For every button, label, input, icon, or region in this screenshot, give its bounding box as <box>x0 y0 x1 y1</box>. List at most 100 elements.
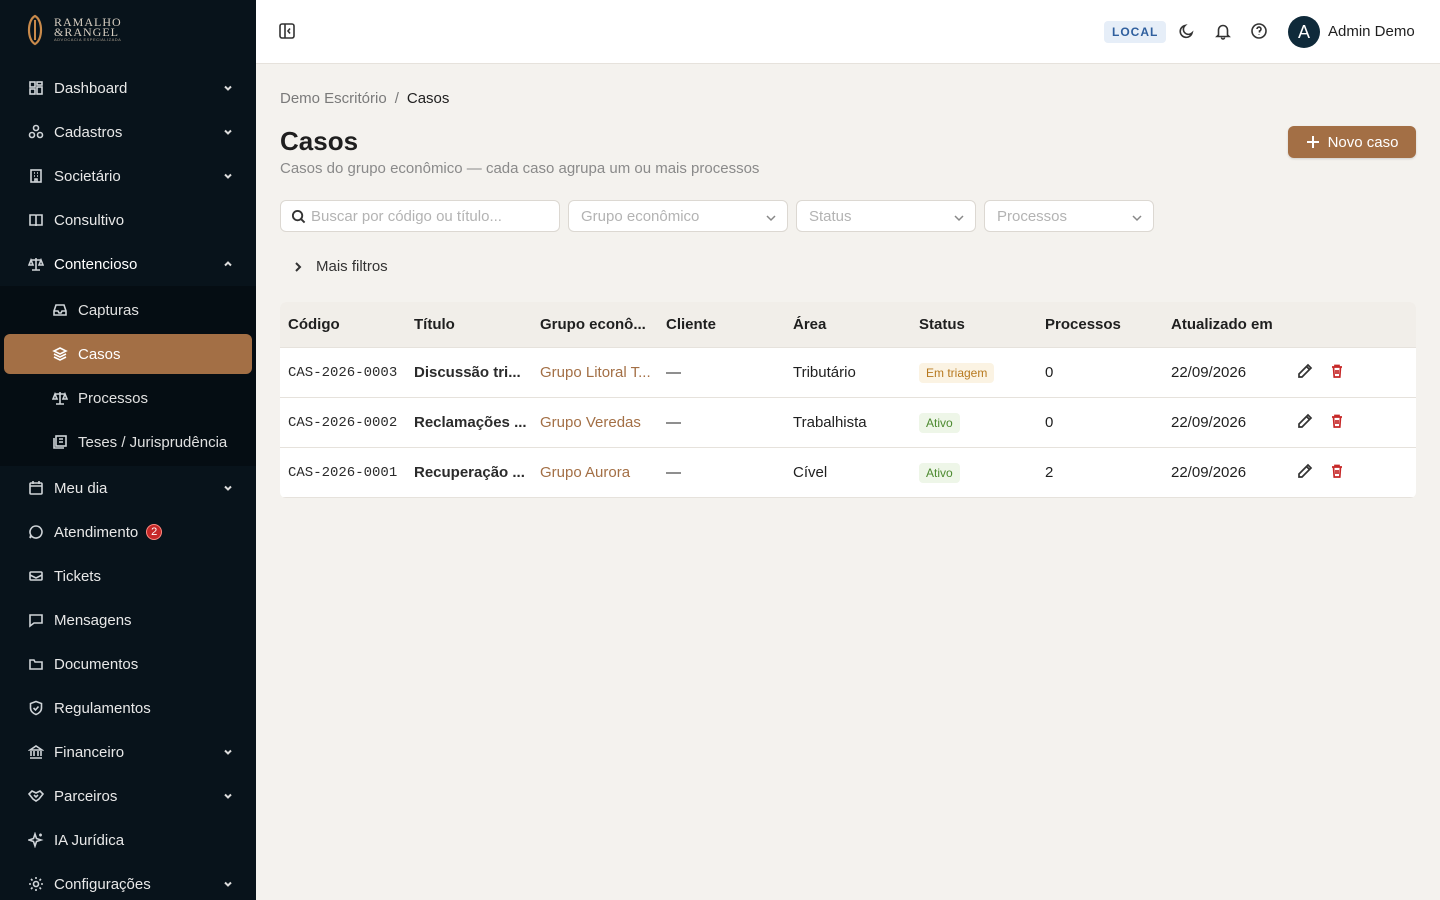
more-filters-toggle[interactable]: Mais filtros <box>292 258 388 275</box>
case-group-link[interactable]: Grupo Aurora <box>532 464 658 481</box>
library-icon <box>52 434 68 450</box>
sidebar-item-casos[interactable]: Casos <box>4 334 252 374</box>
sidebar-nav: Dashboard Cadastros Societário Consultiv… <box>0 66 256 900</box>
case-processes: 0 <box>1045 414 1054 431</box>
logo-icon <box>27 14 43 46</box>
status-badge: Ativo <box>919 462 960 483</box>
page-subtitle: Casos do grupo econômico — cada caso agr… <box>280 160 760 177</box>
trash-icon[interactable] <box>1329 413 1345 433</box>
case-status-cell: Ativo <box>911 462 1037 483</box>
sidebar-item-parceiros[interactable]: Parceiros <box>0 774 256 818</box>
sidebar-item-label: Atendimento <box>54 523 139 541</box>
search-icon <box>291 209 307 225</box>
more-filters-label: Mais filtros <box>316 258 388 275</box>
edit-icon[interactable] <box>1297 363 1313 383</box>
sidebar-item-label: Consultivo <box>54 211 125 229</box>
sidebar-item-label: Documentos <box>54 655 139 673</box>
unread-count-badge: 2 <box>146 524 163 540</box>
sidebar-item-ia-juridica[interactable]: IA Jurídica <box>0 818 256 862</box>
sidebar-item-label: Tickets <box>54 567 101 585</box>
breadcrumb: Demo Escritório / Casos <box>280 90 449 107</box>
top-header: LOCAL A Admin Demo <box>256 0 1440 64</box>
sidebar-item-regulamentos[interactable]: Regulamentos <box>0 686 256 730</box>
edit-icon[interactable] <box>1297 413 1313 433</box>
edit-icon[interactable] <box>1297 463 1313 483</box>
table-row[interactable]: CAS-2026-0002 Reclamações ... Grupo Vere… <box>280 398 1416 448</box>
group-select-placeholder: Grupo econômico <box>581 207 700 225</box>
sidebar-item-processos[interactable]: Processos <box>0 376 256 420</box>
sidebar-item-capturas[interactable]: Capturas <box>0 288 256 332</box>
chevron-down-icon <box>222 169 234 181</box>
sidebar-item-cadastros[interactable]: Cadastros <box>0 110 256 154</box>
trash-icon[interactable] <box>1329 463 1345 483</box>
case-updated: 22/09/2026 <box>1171 464 1247 481</box>
sidebar-item-label: Configurações <box>54 875 151 893</box>
case-code: CAS-2026-0001 <box>288 464 398 481</box>
page-title: Casos <box>280 126 359 156</box>
user-name[interactable]: Admin Demo <box>1328 23 1415 40</box>
column-header-processes[interactable]: Processos <box>1037 316 1163 333</box>
cases-table: Código Título Grupo econô... Cliente Áre… <box>280 302 1416 498</box>
column-header-area[interactable]: Área <box>785 316 911 333</box>
case-title: Recuperação ... <box>414 464 525 481</box>
column-header-client[interactable]: Cliente <box>658 316 785 333</box>
processes-select[interactable]: Processos <box>984 200 1154 232</box>
case-area: Cível <box>793 464 828 481</box>
case-group-link[interactable]: Grupo Litoral T... <box>532 364 658 381</box>
table-row[interactable]: CAS-2026-0003 Discussão tri... Grupo Lit… <box>280 348 1416 398</box>
sidebar-item-configuracoes[interactable]: Configurações <box>0 862 256 900</box>
shield-icon <box>28 700 44 716</box>
sidebar-item-teses[interactable]: Teses / Jurisprudência <box>0 420 256 464</box>
sidebar-item-financeiro[interactable]: Financeiro <box>0 730 256 774</box>
search-input[interactable]: Buscar por código ou título... <box>280 200 560 232</box>
status-select[interactable]: Status <box>796 200 976 232</box>
row-actions <box>1289 463 1416 483</box>
search-placeholder: Buscar por código ou título... <box>311 207 502 225</box>
group-select[interactable]: Grupo econômico <box>568 200 788 232</box>
sidebar-item-contencioso[interactable]: Contencioso <box>0 242 256 286</box>
brand-logo[interactable]: RAMALHO &RANGEL ADVOCACIA ESPECIALIZADA <box>22 12 122 48</box>
case-client: — <box>666 414 681 431</box>
sidebar-item-societario[interactable]: Societário <box>0 154 256 198</box>
sidebar-item-label: Mensagens <box>54 611 132 629</box>
column-header-group[interactable]: Grupo econô... <box>532 316 658 333</box>
help-icon[interactable] <box>1250 22 1270 42</box>
sidebar-item-label: Regulamentos <box>54 699 151 717</box>
brand-name-line2: &RANGEL <box>54 25 119 39</box>
sidebar-item-label: Parceiros <box>54 787 118 805</box>
bell-icon[interactable] <box>1214 22 1234 42</box>
case-group-link[interactable]: Grupo Veredas <box>532 414 658 431</box>
sidebar-item-label: Contencioso <box>54 255 138 273</box>
layers-icon <box>52 346 68 362</box>
case-status-cell: Em triagem <box>911 362 1037 383</box>
moon-icon[interactable] <box>1178 22 1198 42</box>
sidebar-item-label: Meu dia <box>54 479 108 497</box>
sidebar-item-tickets[interactable]: Tickets <box>0 554 256 598</box>
new-case-button[interactable]: Novo caso <box>1288 126 1416 158</box>
sidebar-item-dashboard[interactable]: Dashboard <box>0 66 256 110</box>
column-header-status[interactable]: Status <box>911 316 1037 333</box>
trash-icon[interactable] <box>1329 363 1345 383</box>
calendar-icon <box>28 480 44 496</box>
column-header-title[interactable]: Título <box>406 316 532 333</box>
case-title: Discussão tri... <box>414 364 521 381</box>
row-actions <box>1289 413 1416 433</box>
column-header-updated[interactable]: Atualizado em <box>1163 316 1289 333</box>
row-actions <box>1289 363 1416 383</box>
ticket-icon <box>28 568 44 584</box>
sidebar-toggle-icon[interactable] <box>278 22 298 42</box>
chevron-right-icon <box>295 261 302 272</box>
sidebar-item-consultivo[interactable]: Consultivo <box>0 198 256 242</box>
breadcrumb-parent[interactable]: Demo Escritório <box>280 90 387 107</box>
sidebar-item-mensagens[interactable]: Mensagens <box>0 598 256 642</box>
status-select-placeholder: Status <box>809 207 852 225</box>
avatar[interactable]: A <box>1288 16 1320 48</box>
table-row[interactable]: CAS-2026-0001 Recuperação ... Grupo Auro… <box>280 448 1416 498</box>
column-header-code[interactable]: Código <box>280 316 406 333</box>
sidebar-item-atendimento[interactable]: Atendimento 2 <box>0 510 256 554</box>
inbox-icon <box>52 302 68 318</box>
sidebar-item-meu-dia[interactable]: Meu dia <box>0 466 256 510</box>
sidebar-item-documentos[interactable]: Documentos <box>0 642 256 686</box>
chevron-down-icon <box>222 745 234 757</box>
processes-select-placeholder: Processos <box>997 207 1068 225</box>
